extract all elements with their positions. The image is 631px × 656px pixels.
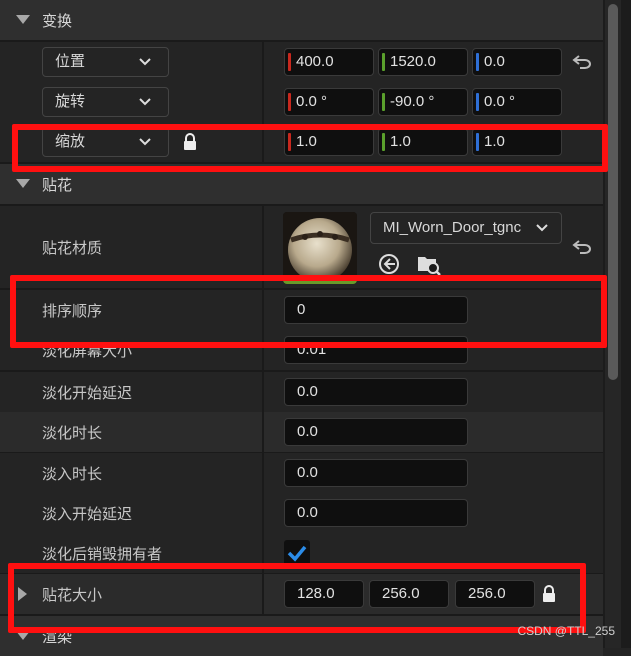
- dropdown-label: 旋转: [55, 93, 86, 110]
- browse-asset-icon[interactable]: [416, 253, 442, 277]
- column-divider: [262, 82, 264, 122]
- field-value: 0.0 °: [484, 93, 516, 110]
- field-value: 0.0: [484, 53, 505, 70]
- row-fade-duration: 淡化时长 0.0: [0, 412, 603, 452]
- material-asset-dropdown[interactable]: MI_Worn_Door_tgnc: [370, 212, 562, 244]
- fade-duration-field[interactable]: 0.0: [284, 418, 468, 446]
- details-panel: 变换 位置 400.0 1520.0 0.0 旋转 0.0 ° -90.0 ° …: [0, 0, 631, 656]
- x-axis-marker: [288, 53, 291, 71]
- highlight-box-decal-size: [8, 563, 586, 633]
- y-axis-marker: [382, 93, 385, 111]
- property-label: 贴花材质: [42, 240, 103, 257]
- highlight-box-scale: [12, 124, 608, 172]
- field-value: 400.0: [296, 53, 334, 70]
- watermark-text: CSDN @TTL_255: [517, 624, 615, 638]
- z-axis-marker: [476, 53, 479, 71]
- location-y-field[interactable]: 1520.0: [378, 48, 468, 76]
- column-divider: [262, 372, 264, 412]
- material-thumbnail[interactable]: [283, 212, 357, 284]
- location-x-field[interactable]: 400.0: [284, 48, 374, 76]
- property-label: 淡化时长: [42, 425, 103, 442]
- field-value: 1520.0: [390, 53, 436, 70]
- field-value: 0.0 °: [296, 93, 328, 110]
- fade-in-duration-field[interactable]: 0.0: [284, 459, 468, 487]
- column-divider: [262, 453, 264, 493]
- rotation-z-field[interactable]: 0.0 °: [472, 88, 562, 116]
- property-label: 淡入时长: [42, 466, 103, 483]
- location-z-field[interactable]: 0.0: [472, 48, 562, 76]
- scrollbar[interactable]: [603, 0, 631, 648]
- rotation-y-field[interactable]: -90.0 °: [378, 88, 468, 116]
- property-label: 淡化开始延迟: [42, 385, 133, 402]
- highlight-box-sort-order: [10, 275, 607, 348]
- collapse-triangle-icon[interactable]: [16, 179, 30, 188]
- row-location: 位置 400.0 1520.0 0.0: [0, 42, 603, 82]
- section-title: 贴花: [42, 177, 73, 194]
- x-axis-marker: [288, 93, 291, 111]
- fade-in-start-delay-field[interactable]: 0.0: [284, 499, 468, 527]
- row-fade-start-delay: 淡化开始延迟 0.0: [0, 372, 603, 412]
- property-label: 淡化后销毁拥有者: [42, 546, 163, 563]
- row-fade-in-start-delay: 淡入开始延迟 0.0: [0, 493, 603, 533]
- property-label: 淡入开始延迟: [42, 506, 133, 523]
- rotation-x-field[interactable]: 0.0 °: [284, 88, 374, 116]
- row-rotation: 旋转 0.0 ° -90.0 ° 0.0 °: [0, 82, 603, 122]
- field-value: 0.0: [297, 464, 318, 481]
- chevron-down-icon: [536, 224, 548, 232]
- reset-arrow-icon[interactable]: [572, 239, 592, 255]
- chevron-down-icon: [139, 58, 151, 66]
- column-divider: [262, 42, 264, 82]
- section-title: 变换: [42, 13, 73, 30]
- sphere-thumbnail-icon: [283, 212, 357, 284]
- collapse-triangle-icon[interactable]: [16, 15, 30, 24]
- asset-name: MI_Worn_Door_tgnc: [383, 219, 522, 236]
- dropdown-label: 位置: [55, 53, 86, 70]
- reset-arrow-icon[interactable]: [572, 54, 592, 70]
- field-value: -90.0 °: [390, 93, 435, 110]
- field-value: 0.0: [297, 423, 318, 440]
- chevron-down-icon: [139, 98, 151, 106]
- field-value: 0.0: [297, 504, 318, 521]
- y-axis-marker: [382, 53, 385, 71]
- location-mode-dropdown[interactable]: 位置: [42, 47, 169, 77]
- use-selected-asset-icon[interactable]: [378, 253, 400, 275]
- fade-start-delay-field[interactable]: 0.0: [284, 378, 468, 406]
- row-fade-in-duration: 淡入时长 0.0: [0, 453, 603, 493]
- z-axis-marker: [476, 93, 479, 111]
- field-value: 0.0: [297, 383, 318, 400]
- scrollbar-thumb[interactable]: [608, 4, 618, 380]
- column-divider: [262, 412, 264, 452]
- rotation-mode-dropdown[interactable]: 旋转: [42, 87, 169, 117]
- column-divider: [262, 493, 264, 533]
- section-header-transform[interactable]: 变换: [0, 0, 603, 40]
